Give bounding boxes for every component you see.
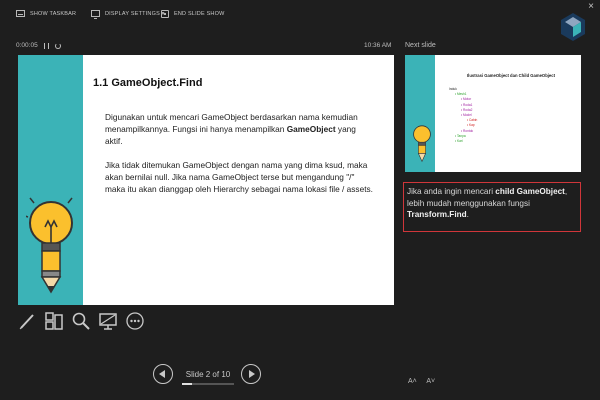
next-slide-preview[interactable]: Ilustrasi GameObject dan Child GameObjec… xyxy=(405,55,581,172)
lightbulb-pencil-icon xyxy=(26,197,73,294)
more-options-icon[interactable] xyxy=(126,312,144,330)
restart-timer-icon[interactable] xyxy=(54,42,61,49)
slide-counter[interactable]: Slide 2 of 10 xyxy=(182,370,234,379)
slide-paragraph-1: Digunakan untuk mencari GameObject berda… xyxy=(105,111,373,147)
slide-progress-bar xyxy=(182,383,234,385)
notes-font-size-controls: A˄ A˅ xyxy=(408,378,443,385)
slide-body: Digunakan untuk mencari GameObject berda… xyxy=(105,111,373,207)
slide-paragraph-2: Jika tidak ditemukan GameObject dengan n… xyxy=(105,160,373,194)
zoom-icon[interactable] xyxy=(72,312,90,330)
end-slide-show-button[interactable]: END SLIDE SHOW xyxy=(161,10,224,18)
monitor-icon xyxy=(91,10,100,19)
next-slide-label: Next slide xyxy=(405,42,436,49)
pause-icon[interactable] xyxy=(43,42,49,49)
notes-bold-term: child GameObject xyxy=(495,187,565,196)
end-slide-show-label: END SLIDE SHOW xyxy=(174,11,225,17)
preview-hierarchy-list: Induk • Mesh1 • Motor • Roda1 • Roda2 • Model… xyxy=(449,87,477,144)
notes-text: . xyxy=(466,210,469,219)
preview-title: Ilustrasi GameObject dan Child GameObjec… xyxy=(467,73,555,78)
timer: 0:00:05 xyxy=(16,42,61,49)
preview-tree-item: • Kari xyxy=(455,139,463,144)
slide-title: 1.1 GameObject.Find xyxy=(93,77,203,89)
notes-text: Jika anda ingin mencari xyxy=(407,187,496,196)
pen-icon[interactable] xyxy=(18,312,36,330)
presenter-toolbar: SHOW TASKBAR DISPLAY SETTINGS ▾ END SLID… xyxy=(0,0,600,30)
slide-navigation: Slide 2 of 10 xyxy=(153,364,261,386)
decrease-font-button[interactable]: A˅ xyxy=(426,378,435,385)
clock: 10:36 AM xyxy=(364,42,392,49)
slide-progress-fill xyxy=(182,383,193,385)
show-taskbar-button[interactable]: SHOW TASKBAR xyxy=(16,10,76,17)
current-slide[interactable]: 1.1 GameObject.Find Digunakan untuk menc… xyxy=(18,55,394,305)
taskbar-icon xyxy=(16,10,25,17)
next-slide-button[interactable] xyxy=(241,364,261,384)
bold-term: GameObject xyxy=(286,124,336,134)
slide-grid-icon[interactable] xyxy=(45,312,63,330)
notes-bold-term: Transform.Find xyxy=(407,210,467,219)
show-taskbar-label: SHOW TASKBAR xyxy=(30,10,77,17)
display-settings-button[interactable]: DISPLAY SETTINGS ▾ xyxy=(91,10,165,19)
lightbulb-pencil-icon xyxy=(413,125,431,163)
speaker-notes[interactable]: Jika anda ingin mencari child GameObject… xyxy=(403,182,581,232)
increase-font-button[interactable]: A˄ xyxy=(408,378,417,385)
screen-icon[interactable] xyxy=(99,312,117,330)
close-icon[interactable]: × xyxy=(588,2,594,12)
previous-slide-button[interactable] xyxy=(153,364,173,384)
end-show-icon xyxy=(161,10,169,18)
elapsed-time: 0:00:05 xyxy=(16,42,38,49)
app-logo-icon xyxy=(561,13,585,41)
display-settings-label: DISPLAY SETTINGS ▾ xyxy=(105,10,165,17)
